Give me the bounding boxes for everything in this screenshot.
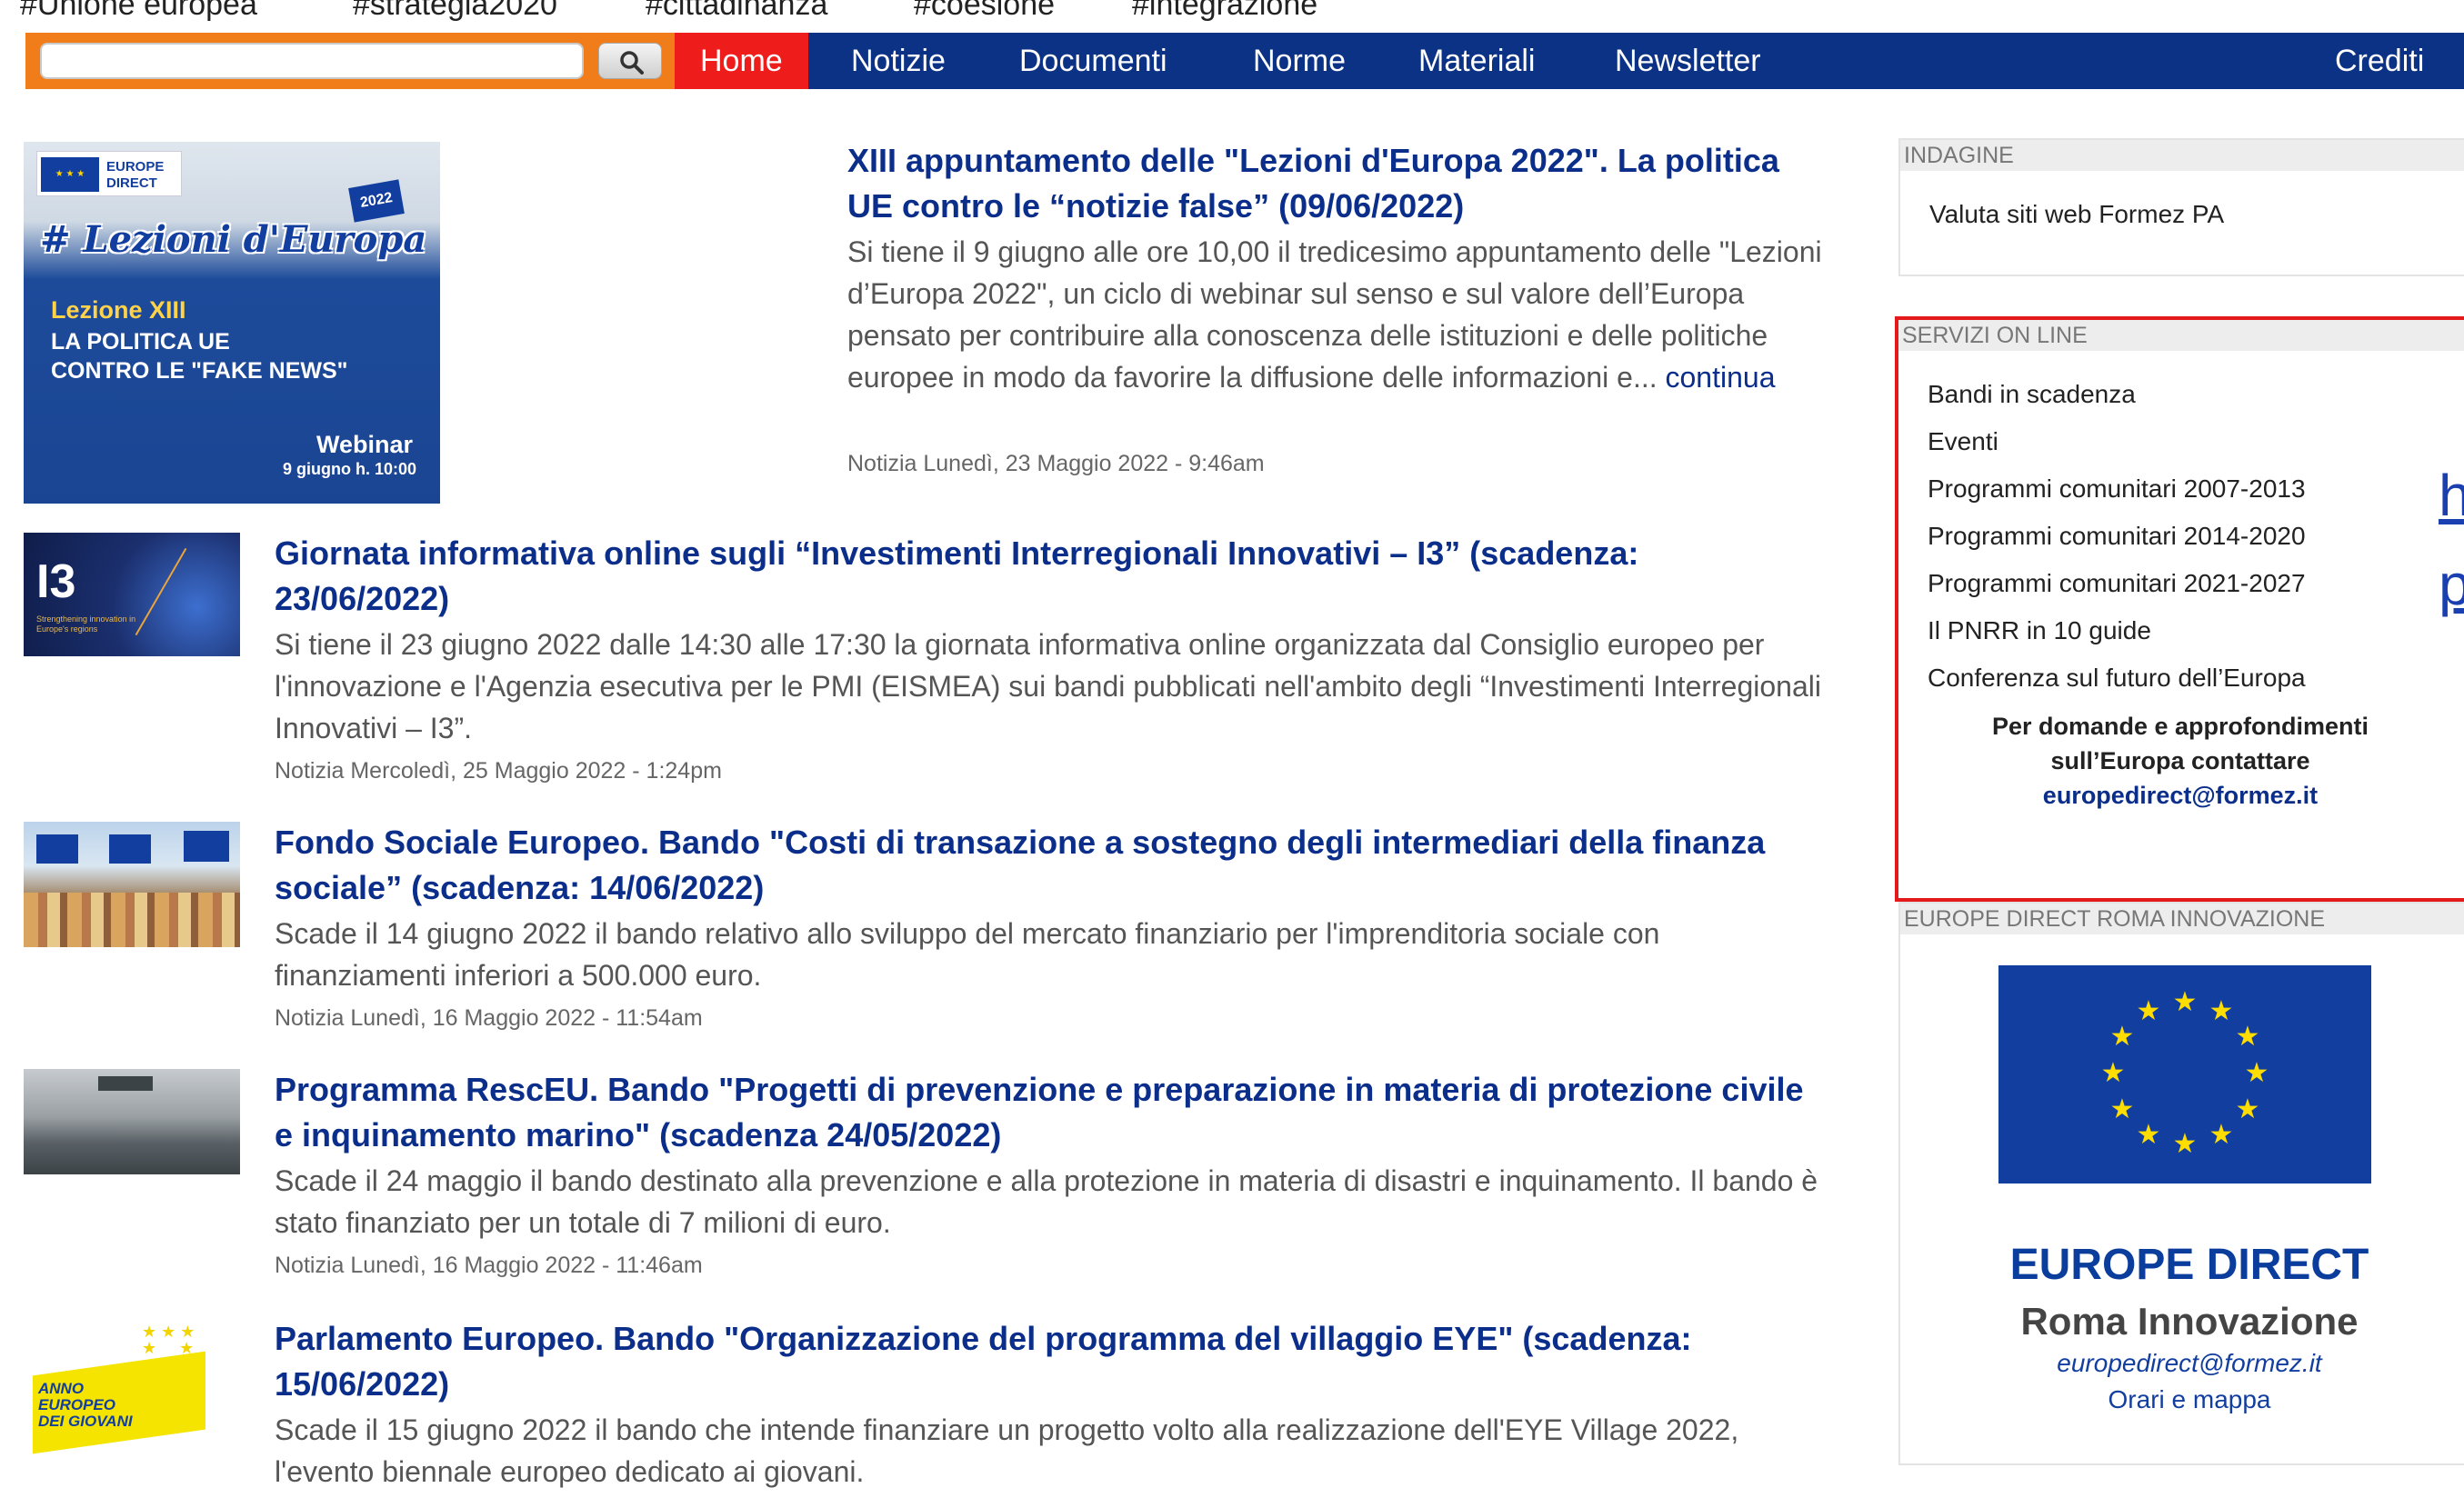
search-icon (620, 51, 644, 75)
link-programmi-2007-2013[interactable]: Programmi comunitari 2007-2013 (1928, 474, 2306, 504)
article-image-4[interactable] (24, 1069, 240, 1174)
article-summary-5: Scade il 15 giugno 2022 il bando che int… (275, 1413, 1739, 1488)
eye-label-line1: ANNO (38, 1380, 85, 1397)
svg-text:★: ★ (2209, 995, 2234, 1027)
svg-text:★: ★ (2137, 995, 2161, 1027)
eu-flag-icon (109, 834, 151, 864)
eye-stars: ★ ★ ★ ★ ★ (142, 1323, 195, 1357)
i3-logo: I3 (36, 555, 76, 608)
svg-text:★: ★ (2110, 1094, 2135, 1125)
orari-mappa-link[interactable]: Orari e mappa (1900, 1385, 2464, 1414)
article-meta-4: Notizia Lunedì, 16 Maggio 2022 - 11:46am (275, 1253, 703, 1278)
nav-notizie[interactable]: Notizie (851, 33, 946, 89)
tag-cittadinanza[interactable]: #cittadinanza (646, 0, 827, 23)
lesson-number: Lezione XIII (51, 296, 186, 324)
lezioni-script-title: # Lezioni d'Europa (40, 218, 427, 261)
tag-integrazione[interactable]: #integrazione (1132, 0, 1317, 23)
article-image-2[interactable]: I3 Strengthening innovation in Europe's … (24, 533, 240, 656)
banknotes-graphic (24, 893, 240, 947)
eu-flag-icon (36, 834, 78, 864)
webinar-label: Webinar (316, 431, 413, 458)
europe-direct-logo: ★ ★ ★ EUROPE DIRECT (36, 151, 182, 196)
read-more-link[interactable]: continua (1666, 361, 1776, 394)
europe-direct-title: EUROPE DIRECT (2009, 1241, 2369, 1289)
svg-text:★: ★ (2236, 1094, 2260, 1125)
eye-label-line2: EUROPEO (38, 1396, 116, 1413)
link-programmi-2021-2027[interactable]: Programmi comunitari 2021-2027 (1928, 569, 2306, 598)
article-title-2[interactable]: Giornata informativa online sugli “Inves… (275, 531, 1820, 622)
link-conferenza-futuro-europa[interactable]: Conferenza sul futuro dell’Europa (1928, 664, 2306, 693)
servizi-online-box: SERVIZI ON LINE Bandi in scadenza Eventi… (1895, 316, 2464, 902)
main-nav-bar: Home Notizie Documenti Norme Materiali N… (25, 33, 2464, 89)
eu-flag-icon: ★ ★ ★ (41, 157, 99, 192)
link-eventi[interactable]: Eventi (1928, 427, 1998, 456)
nav-newsletter[interactable]: Newsletter (1615, 33, 1761, 89)
europe-direct-box: EUROPE DIRECT ROMA INNOVAZIONE ★ ★ ★ ★ ★… (1898, 902, 2464, 1465)
nav-crediti[interactable]: Crediti (2335, 33, 2424, 89)
tag-unione-europea[interactable]: #Unione europea (20, 0, 257, 23)
lesson-badge: 2022 (348, 179, 405, 223)
contact-line-2: sull’Europa contattare (2050, 747, 2310, 774)
svg-text:★: ★ (2245, 1057, 2269, 1089)
eu-flag-icon (184, 831, 229, 862)
svg-text:★: ★ (2209, 1119, 2234, 1151)
svg-text:★: ★ (2137, 1119, 2161, 1151)
nav-documenti[interactable]: Documenti (1019, 33, 1167, 89)
contact-line-1: Per domande e approfondimenti (1991, 713, 2369, 740)
tag-strategia2020[interactable]: #strategia2020 (353, 0, 557, 23)
search-input[interactable] (40, 43, 584, 79)
europe-direct-subtitle: Roma Innovazione (2020, 1300, 2359, 1343)
article-title-3[interactable]: Fondo Sociale Europeo. Bando "Costi di t… (275, 820, 1820, 911)
article-title-4[interactable]: Programma RescEU. Bando "Progetti di pre… (275, 1067, 1820, 1158)
indagine-box: INDAGINE Valuta siti web Formez PA (1898, 138, 2464, 276)
article-summary-2: Si tiene il 23 giugno 2022 dalle 14:30 a… (275, 628, 1821, 744)
svg-text:★: ★ (2101, 1057, 2126, 1089)
article-image-3[interactable] (24, 822, 240, 947)
article-summary-4: Scade il 24 maggio il bando destinato al… (275, 1164, 1818, 1239)
article-summary-1: Si tiene il 9 giugno alle ore 10,00 il t… (847, 231, 1829, 398)
link-programmi-2014-2020[interactable]: Programmi comunitari 2014-2020 (1928, 522, 2306, 551)
tag-coesione[interactable]: #coesione (914, 0, 1055, 23)
article-title-5[interactable]: Parlamento Europeo. Bando "Organizzazion… (275, 1316, 1820, 1407)
eu-stars-icon: ★ ★ ★ ★ ★ ★ ★ ★ ★ ★ ★ ★ (2101, 986, 2269, 1160)
svg-text:★: ★ (2236, 1021, 2260, 1053)
lesson-topic-line2: CONTRO LE "FAKE NEWS" (51, 358, 348, 384)
edge-link-fragment-2[interactable]: p (2439, 551, 2464, 618)
svg-text:★: ★ (2173, 986, 2198, 1018)
lesson-topic-line1: LA POLITICA UE (51, 329, 230, 355)
logo-text-line1: EUROPE (106, 159, 165, 175)
search-button[interactable] (598, 43, 662, 79)
nav-materiali[interactable]: Materiali (1418, 33, 1535, 89)
edge-link-fragment-1[interactable]: h (2439, 462, 2464, 529)
i3-decoration-line (135, 547, 187, 636)
article-meta-3: Notizia Lunedì, 16 Maggio 2022 - 11:54am (275, 1005, 703, 1031)
valuta-siti-link[interactable]: Valuta siti web Formez PA (1929, 200, 2224, 229)
featured-article-image[interactable]: ★ ★ ★ EUROPE DIRECT 2022 # Lezioni d'Eur… (24, 142, 440, 504)
svg-text:★: ★ (2173, 1128, 2198, 1160)
contact-info: Per domande e approfondimenti sull’Europ… (1898, 709, 2462, 813)
servizi-heading: SERVIZI ON LINE (1898, 320, 2464, 351)
article-title-1[interactable]: XIII appuntamento delle "Lezioni d'Europ… (847, 138, 1820, 229)
ship-graphic (98, 1076, 153, 1091)
europe-direct-heading: EUROPE DIRECT ROMA INNOVAZIONE (1900, 904, 2464, 934)
link-bandi-in-scadenza[interactable]: Bandi in scadenza (1928, 380, 2136, 409)
link-pnrr-guide[interactable]: Il PNRR in 10 guide (1928, 616, 2151, 645)
eye-label-line3: DEI GIOVANI (38, 1413, 133, 1430)
article-meta-2: Notizia Mercoledì, 25 Maggio 2022 - 1:24… (275, 758, 722, 784)
search-area (25, 33, 675, 89)
svg-text:★: ★ (2110, 1021, 2135, 1053)
eu-flag-icon: ★ ★ ★ ★ ★ ★ ★ ★ ★ ★ ★ ★ (1998, 965, 2371, 1183)
i3-caption: Strengthening innovation in Europe's reg… (36, 614, 136, 634)
nav-home[interactable]: Home (675, 33, 808, 89)
europe-direct-email-link[interactable]: europedirect@formez.it (1900, 1349, 2464, 1378)
webinar-date: 9 giugno h. 10:00 (282, 460, 416, 478)
article-summary-3: Scade il 14 giugno 2022 il bando relativ… (275, 917, 1660, 992)
article-image-5[interactable]: ★ ★ ★ ★ ★ ANNO EUROPEO DEI GIOVANI (24, 1316, 240, 1458)
indagine-heading: INDAGINE (1900, 140, 2464, 171)
contact-email-link[interactable]: europedirect@formez.it (1898, 778, 2462, 813)
nav-norme[interactable]: Norme (1253, 33, 1346, 89)
logo-text-line2: DIRECT (106, 175, 157, 191)
article-meta-1: Notizia Lunedì, 23 Maggio 2022 - 9:46am (847, 451, 1265, 476)
hashtag-bar: #Unione europea #strategia2020 #cittadin… (0, 0, 2464, 33)
